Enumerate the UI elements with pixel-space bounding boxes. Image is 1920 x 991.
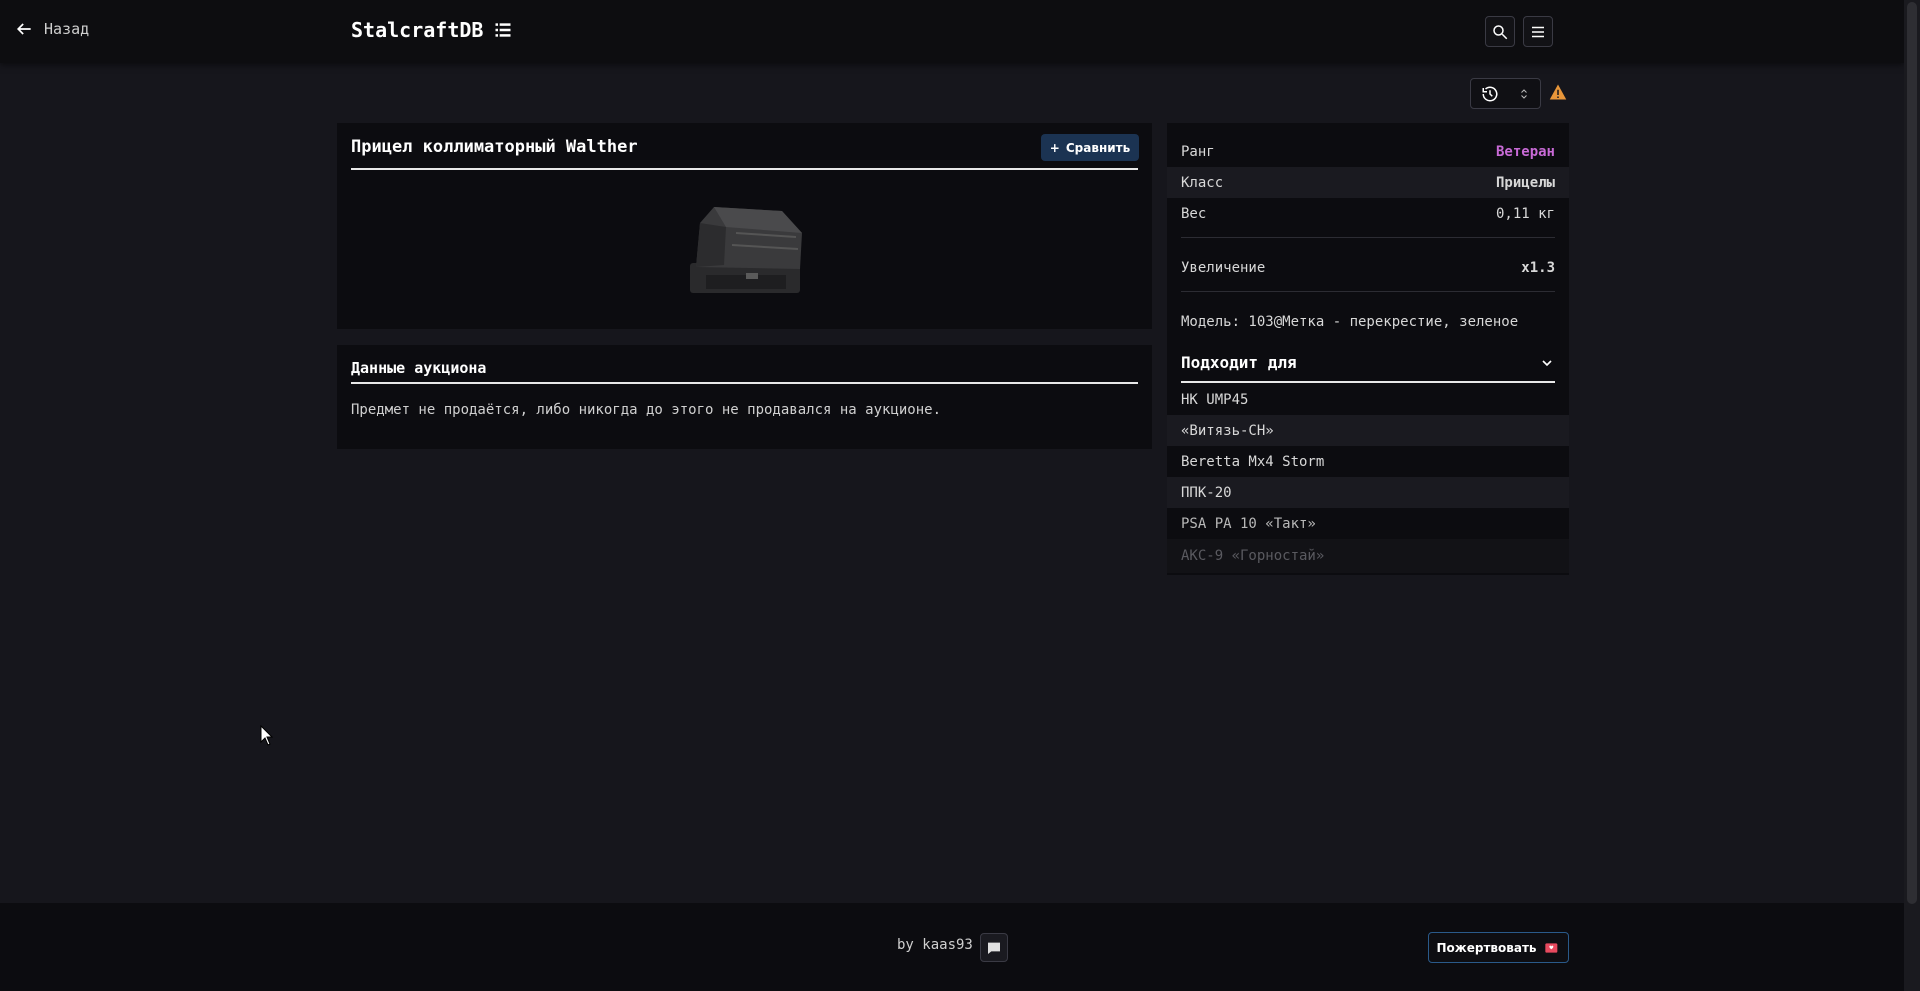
item-title: Прицел коллиматорный Walther — [351, 137, 638, 157]
fits-underline — [1181, 381, 1555, 383]
weight-label: Вес — [1181, 205, 1207, 222]
page-scrollbar[interactable] — [1904, 0, 1920, 991]
donate-button[interactable]: Пожертвовать — [1428, 932, 1569, 963]
class-value: Прицелы — [1495, 174, 1555, 191]
fits-item[interactable]: HK UMP45 — [1167, 384, 1569, 415]
stat-weight: Вес 0,11 кг — [1167, 198, 1569, 229]
menu-button[interactable] — [1523, 16, 1553, 47]
fits-item[interactable]: ППК-20 — [1167, 477, 1569, 508]
title-underline — [351, 168, 1138, 170]
back-button[interactable]: Назад — [14, 19, 89, 39]
stat-rank: Ранг Ветеран — [1167, 136, 1569, 167]
plus-icon: + — [1049, 140, 1060, 155]
stats-divider — [1181, 291, 1555, 292]
fits-item[interactable]: АКС-9 «Горностай» — [1167, 539, 1569, 573]
donate-icon — [1545, 942, 1558, 953]
scrollbar-thumb[interactable] — [1907, 2, 1917, 904]
search-icon — [1493, 24, 1508, 39]
zoom-value: x1.3 — [1521, 259, 1555, 276]
donate-label: Пожертвовать — [1436, 940, 1537, 955]
hamburger-icon — [1532, 26, 1544, 37]
logo-text: StalcraftDB — [351, 18, 484, 42]
item-image — [690, 207, 802, 293]
class-label: Класс — [1181, 174, 1224, 191]
warning-icon[interactable] — [1549, 83, 1567, 101]
site-logo[interactable]: StalcraftDB — [351, 18, 513, 42]
weight-value: 0,11 кг — [1495, 205, 1555, 222]
chat-icon — [988, 942, 1000, 954]
zoom-label: Увеличение — [1181, 259, 1266, 276]
top-header: Назад StalcraftDB — [0, 0, 1904, 63]
back-label: Назад — [44, 20, 90, 38]
version-selector[interactable] — [1470, 78, 1541, 109]
author-credit: by kaas93 — [897, 937, 973, 953]
auction-title: Данные аукциона — [351, 359, 487, 377]
auction-panel: Данные аукциона Предмет не продаётся, ли… — [337, 345, 1152, 449]
rank-label: Ранг — [1181, 143, 1215, 160]
compare-label: Сравнить — [1065, 140, 1131, 155]
fits-item[interactable]: «Витязь-СН» — [1167, 415, 1569, 446]
model-text: Модель: 103@Метка - перекрестие, зеленое — [1181, 313, 1519, 330]
compare-button[interactable]: + Сравнить — [1041, 134, 1139, 161]
auction-underline — [351, 382, 1138, 384]
auction-message: Предмет не продаётся, либо никогда до эт… — [351, 402, 942, 418]
arrow-left-icon — [16, 23, 31, 35]
list-icon — [495, 23, 511, 37]
history-icon — [1482, 86, 1498, 101]
stats-divider — [1181, 237, 1555, 238]
stat-model: Модель: 103@Метка - перекрестие, зеленое — [1167, 306, 1569, 337]
stat-zoom: Увеличение x1.3 — [1167, 252, 1569, 283]
rank-value: Ветеран — [1495, 143, 1555, 160]
fits-item[interactable]: Beretta Mx4 Storm — [1167, 446, 1569, 477]
fits-title: Подходит для — [1181, 353, 1297, 372]
chevron-down-icon — [1542, 359, 1552, 366]
fits-item[interactable]: PSA PA 10 «Такт» — [1167, 508, 1569, 539]
search-button[interactable] — [1485, 16, 1515, 47]
stat-class: Класс Прицелы — [1167, 167, 1569, 198]
fits-toggle[interactable]: Подходит для — [1181, 353, 1555, 372]
chevron-updown-icon — [1521, 88, 1527, 99]
chat-button[interactable] — [980, 933, 1008, 962]
mouse-cursor-icon — [260, 725, 274, 746]
